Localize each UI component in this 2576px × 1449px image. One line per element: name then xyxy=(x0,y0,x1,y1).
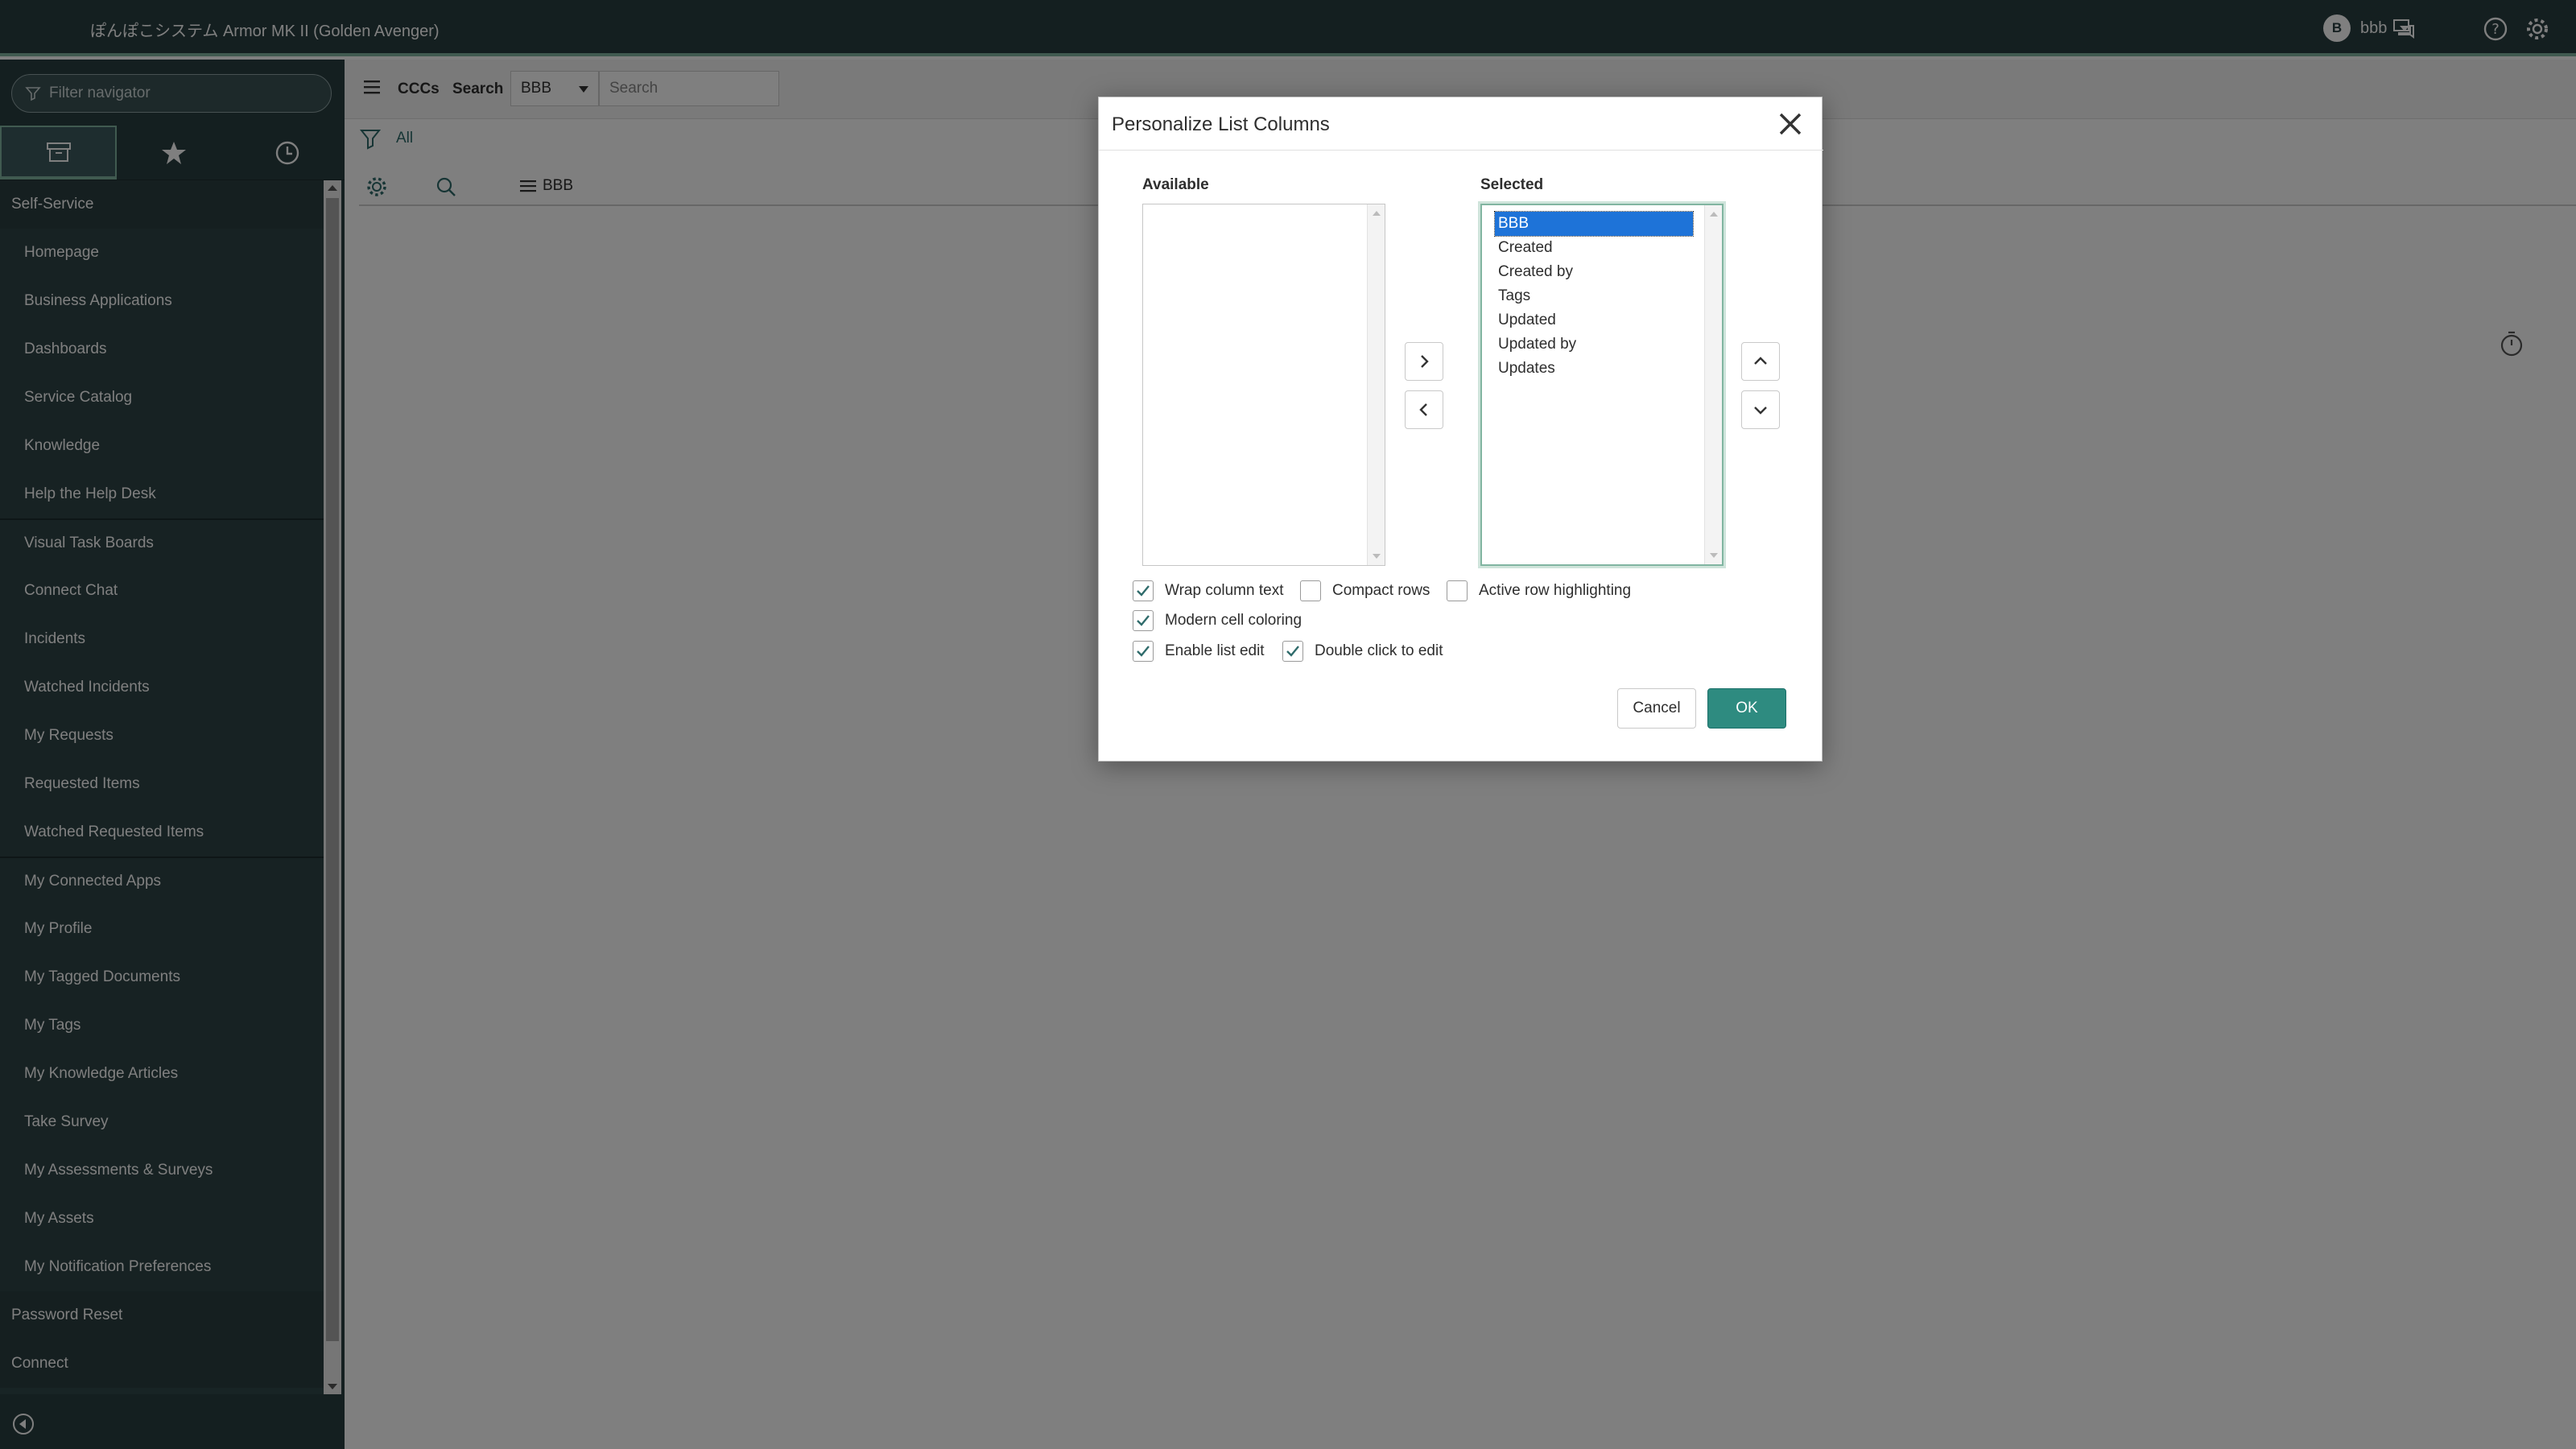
selected-option-updated[interactable]: Updated xyxy=(1485,308,1686,332)
selected-option-tags[interactable]: Tags xyxy=(1485,284,1686,308)
selected-option-updates[interactable]: Updates xyxy=(1485,357,1686,381)
available-list-scrollbar[interactable] xyxy=(1367,204,1385,565)
modern-cell-coloring-label: Modern cell coloring xyxy=(1165,612,1302,629)
check-icon xyxy=(1137,615,1150,626)
active-row-highlighting-checkbox[interactable] xyxy=(1447,580,1468,601)
check-icon xyxy=(1137,585,1150,597)
move-up-button[interactable] xyxy=(1741,342,1780,381)
cancel-button[interactable]: Cancel xyxy=(1617,688,1696,729)
double-click-to-edit-option[interactable]: Double click to edit xyxy=(1282,641,1443,662)
compact-rows-option[interactable]: Compact rows xyxy=(1300,580,1430,601)
selected-option-bbb[interactable]: BBB xyxy=(1494,211,1694,237)
compact-rows-checkbox[interactable] xyxy=(1300,580,1321,601)
selected-option-updated-by[interactable]: Updated by xyxy=(1485,332,1686,357)
modern-cell-coloring-option[interactable]: Modern cell coloring xyxy=(1133,610,1302,631)
active-row-highlighting-option[interactable]: Active row highlighting xyxy=(1447,580,1631,601)
chevron-left-icon xyxy=(1419,403,1427,416)
enable-list-edit-option[interactable]: Enable list edit xyxy=(1133,641,1265,662)
dialog-header: Personalize List Columns xyxy=(1099,97,1823,151)
check-icon xyxy=(1137,646,1150,657)
compact-rows-label: Compact rows xyxy=(1332,582,1430,599)
selected-list-scrollbar[interactable] xyxy=(1704,205,1722,564)
move-down-button[interactable] xyxy=(1741,390,1780,429)
personalize-list-columns-dialog: Personalize List Columns Available Selec… xyxy=(1098,97,1823,762)
active-row-highlighting-label: Active row highlighting xyxy=(1479,582,1632,599)
scroll-down-icon[interactable] xyxy=(1373,554,1381,559)
double-click-to-edit-checkbox[interactable] xyxy=(1282,641,1303,662)
selected-label: Selected xyxy=(1480,176,1544,193)
check-icon xyxy=(1286,646,1299,657)
enable-list-edit-checkbox[interactable] xyxy=(1133,641,1154,662)
ok-button[interactable]: OK xyxy=(1707,688,1786,729)
close-icon[interactable] xyxy=(1777,110,1804,138)
available-columns-list[interactable] xyxy=(1142,204,1385,566)
wrap-column-text-option[interactable]: Wrap column text xyxy=(1133,580,1283,601)
chevron-up-icon xyxy=(1754,357,1767,365)
chevron-down-icon xyxy=(1754,407,1767,415)
wrap-column-text-label: Wrap column text xyxy=(1165,582,1284,599)
wrap-column-text-checkbox[interactable] xyxy=(1133,580,1154,601)
scroll-up-icon[interactable] xyxy=(1710,212,1718,217)
double-click-to-edit-label: Double click to edit xyxy=(1315,642,1443,659)
available-label: Available xyxy=(1142,176,1209,193)
selected-option-created[interactable]: Created xyxy=(1485,236,1686,260)
enable-list-edit-label: Enable list edit xyxy=(1165,642,1265,659)
remove-column-button[interactable] xyxy=(1405,390,1443,429)
add-column-button[interactable] xyxy=(1405,342,1443,381)
selected-option-created-by[interactable]: Created by xyxy=(1485,260,1686,284)
scroll-down-icon[interactable] xyxy=(1710,553,1718,558)
selected-options: BBB Created Created by Tags Updated Upda… xyxy=(1485,211,1694,381)
modern-cell-coloring-checkbox[interactable] xyxy=(1133,610,1154,631)
chevron-right-icon xyxy=(1421,355,1429,368)
dialog-title: Personalize List Columns xyxy=(1112,114,1330,135)
scroll-up-icon[interactable] xyxy=(1373,211,1381,216)
selected-columns-list[interactable]: BBB Created Created by Tags Updated Upda… xyxy=(1480,204,1724,566)
